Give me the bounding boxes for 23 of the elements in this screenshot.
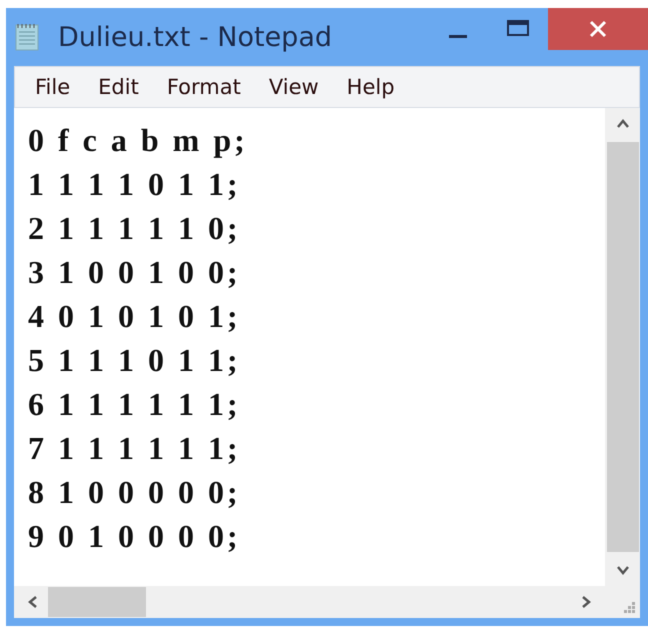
- close-icon: [589, 20, 607, 38]
- menu-item[interactable]: File: [25, 75, 80, 99]
- window-title: Dulieu.txt - Notepad: [58, 22, 332, 52]
- text-line: 2 1 1 1 1 1 0;: [28, 209, 241, 248]
- text-line: 6 1 1 1 1 1 1;: [28, 385, 241, 424]
- close-button[interactable]: [548, 8, 648, 50]
- text-line: 4 0 1 0 1 0 1;: [28, 297, 241, 336]
- text-line: 3 1 0 0 1 0 0;: [28, 253, 241, 292]
- text-line: 5 1 1 1 0 1 1;: [28, 341, 241, 380]
- text-line: 9 0 1 0 0 0 0;: [28, 517, 241, 556]
- maximize-icon: [507, 20, 529, 38]
- menu-item[interactable]: Edit: [88, 75, 149, 99]
- text-line: 8 1 0 0 0 0 0;: [28, 473, 241, 512]
- menu-item[interactable]: Help: [336, 75, 405, 99]
- text-line: 0 f c a b m p;: [28, 121, 248, 160]
- horizontal-scroll-thumb[interactable]: [48, 587, 146, 617]
- menu-item[interactable]: View: [258, 75, 329, 99]
- text-line: 1 1 1 1 0 1 1;: [28, 165, 241, 204]
- vertical-scroll-thumb[interactable]: [606, 142, 638, 552]
- minimize-icon: [449, 34, 467, 38]
- menu-item[interactable]: Format: [156, 75, 251, 99]
- text-line: 7 1 1 1 1 1 1;: [28, 429, 241, 468]
- resize-grip-icon[interactable]: [622, 600, 636, 614]
